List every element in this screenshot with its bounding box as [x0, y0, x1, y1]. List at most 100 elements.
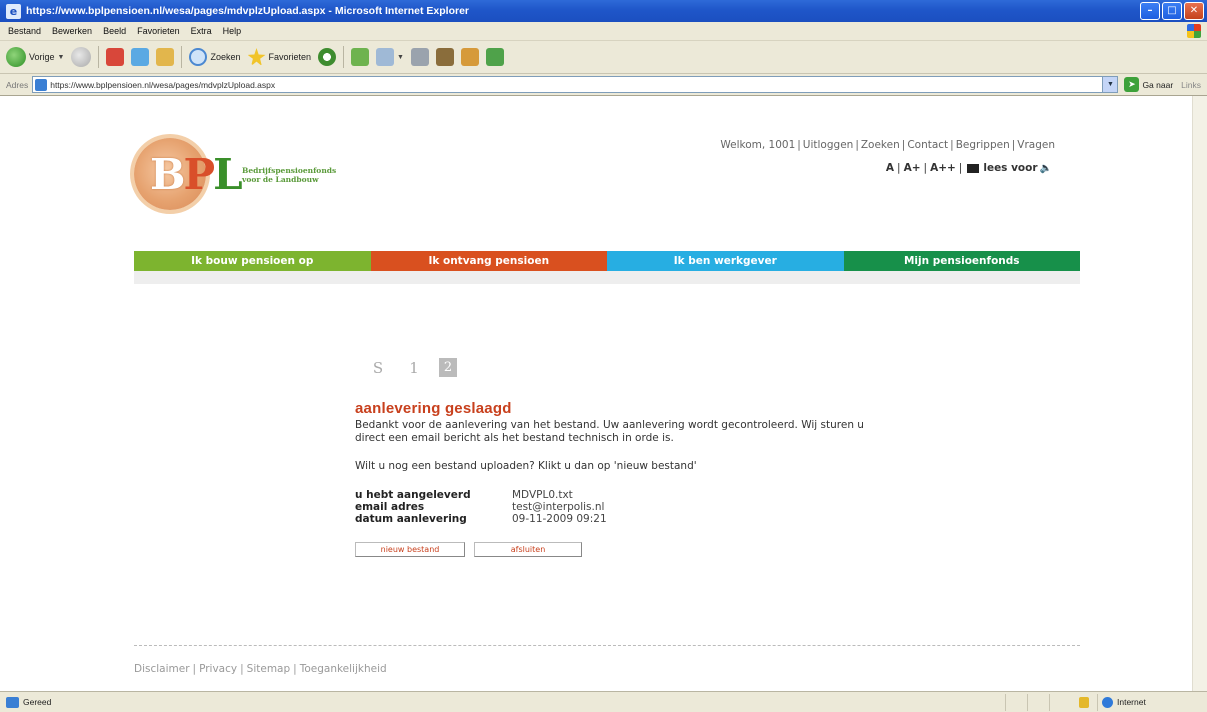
- menu-favorieten[interactable]: Favorieten: [137, 26, 180, 36]
- forward-arrow-icon: [71, 47, 92, 67]
- footer-divider: [134, 645, 1080, 646]
- speaker-icon: 🔈: [1039, 162, 1052, 174]
- chevron-down-icon[interactable]: ▼: [1102, 77, 1118, 92]
- home-button[interactable]: [156, 48, 175, 66]
- globe-icon: [1102, 696, 1113, 708]
- upload-details: u hebt aangeleverd MDVPL0.txt email adre…: [355, 489, 875, 525]
- go-arrow-icon: ➤: [1124, 77, 1140, 92]
- back-button[interactable]: Vorige ▼: [6, 47, 64, 67]
- sub-navigation-bar: [134, 271, 1080, 284]
- close-session-button[interactable]: afsluiten: [474, 542, 582, 557]
- messenger-button[interactable]: [485, 48, 504, 66]
- toolbar-separator: [181, 46, 183, 68]
- font-size-normal[interactable]: A: [886, 162, 894, 174]
- nav-mijn-pensioenfonds[interactable]: Mijn pensioenfonds: [843, 251, 1080, 271]
- logo-tagline: Bedrijfspensioenfonds voor de Landbouw: [242, 166, 337, 184]
- step-start[interactable]: S: [367, 359, 389, 377]
- search-button[interactable]: Zoeken: [189, 48, 241, 66]
- address-input[interactable]: https://www.bplpensioen.nl/wesa/pages/md…: [32, 76, 1119, 93]
- glossary-link[interactable]: Begrippen: [956, 139, 1010, 151]
- menu-help[interactable]: Help: [223, 26, 242, 36]
- toolbar-separator: [98, 46, 100, 68]
- search-link[interactable]: Zoeken: [861, 139, 900, 151]
- vertical-scrollbar[interactable]: [1192, 96, 1207, 691]
- nav-pensioen-opbouwen[interactable]: Ik bouw pensioen op: [134, 251, 371, 271]
- favorites-button[interactable]: Favorieten: [247, 48, 311, 66]
- detail-label: email adres: [355, 501, 425, 513]
- stop-button[interactable]: [106, 48, 125, 66]
- menu-bewerken[interactable]: Bewerken: [52, 26, 92, 36]
- discuss-icon: [460, 48, 479, 66]
- go-button[interactable]: ➤ Ga naar: [1124, 77, 1173, 92]
- font-size-larger[interactable]: A++: [930, 162, 956, 174]
- status-cell: [1005, 693, 1027, 711]
- chevron-down-icon[interactable]: ▼: [58, 54, 65, 61]
- detail-row: email adres test@interpolis.nl: [355, 501, 875, 513]
- mail-button[interactable]: ▼: [376, 48, 404, 66]
- footer-sitemap-link[interactable]: Sitemap: [247, 663, 291, 675]
- stop-icon: [106, 48, 125, 66]
- chevron-down-icon[interactable]: ▼: [397, 54, 404, 61]
- security-zone[interactable]: Internet: [1097, 693, 1207, 711]
- lock-icon[interactable]: [1079, 696, 1089, 708]
- status-text: Gereed: [23, 697, 52, 707]
- back-arrow-icon: [6, 47, 26, 67]
- edit-icon: [435, 48, 454, 66]
- forward-button[interactable]: [71, 47, 92, 67]
- media-icon: [351, 48, 370, 66]
- media-button[interactable]: [351, 48, 370, 66]
- page-icon: [35, 78, 48, 91]
- ie-icon: e: [6, 3, 21, 19]
- address-label: Adres: [6, 79, 29, 90]
- edit-button[interactable]: [435, 48, 454, 66]
- menu-beeld[interactable]: Beeld: [103, 26, 126, 36]
- contact-link[interactable]: Contact: [907, 139, 948, 151]
- confirmation-text: Bedankt voor de aanlevering van het best…: [355, 419, 864, 444]
- windows-logo-icon: [1187, 24, 1201, 38]
- history-button[interactable]: [318, 48, 337, 66]
- page-viewport: BPL Bedrijfspensioenfonds voor de Landbo…: [0, 96, 1207, 691]
- confirmation-title: aanlevering geslaagd: [355, 400, 512, 417]
- logout-link[interactable]: Uitloggen: [803, 139, 854, 151]
- links-button[interactable]: Links: [1181, 80, 1201, 90]
- footer-privacy-link[interactable]: Privacy: [199, 663, 237, 675]
- menu-extra[interactable]: Extra: [191, 26, 212, 36]
- listen-icon: [967, 163, 980, 173]
- questions-link[interactable]: Vragen: [1017, 139, 1055, 151]
- status-cell: [1027, 693, 1049, 711]
- refresh-icon: [131, 48, 150, 66]
- refresh-button[interactable]: [131, 48, 150, 66]
- printer-icon: [410, 48, 429, 66]
- minimize-button[interactable]: –: [1140, 2, 1160, 20]
- font-size-large[interactable]: A+: [904, 162, 921, 174]
- footer-disclaimer-link[interactable]: Disclaimer: [134, 663, 190, 675]
- maximize-button[interactable]: □: [1162, 2, 1182, 20]
- discuss-button[interactable]: [460, 48, 479, 66]
- print-button[interactable]: [410, 48, 429, 66]
- action-buttons: nieuw bestand afsluiten: [355, 542, 875, 557]
- step-2-active: 2: [439, 358, 457, 377]
- detail-row: datum aanlevering 09-11-2009 09:21: [355, 513, 875, 525]
- bpl-logo[interactable]: BPL Bedrijfspensioenfonds voor de Landbo…: [134, 138, 336, 218]
- detail-value: 09-11-2009 09:21: [512, 513, 607, 525]
- close-button[interactable]: ✕: [1184, 2, 1204, 20]
- nav-pensioen-ontvangen[interactable]: Ik ontvang pensioen: [370, 251, 607, 271]
- menu-bestand[interactable]: Bestand: [8, 26, 41, 36]
- accessibility-bar: A | A+ | A++ | lees voor 🔈: [885, 162, 1052, 174]
- toolbar: Vorige ▼ Zoeken Favorieten ▼: [0, 41, 1207, 74]
- detail-row: u hebt aangeleverd MDVPL0.txt: [355, 489, 875, 501]
- new-file-button[interactable]: nieuw bestand: [355, 542, 465, 557]
- step-1[interactable]: 1: [403, 359, 425, 377]
- home-icon: [156, 48, 175, 66]
- menubar: Bestand Bewerken Beeld Favorieten Extra …: [0, 22, 1207, 41]
- upload-another-text: Wilt u nog een bestand uploaden? Klikt u…: [355, 460, 697, 472]
- window-titlebar: e https://www.bplpensioen.nl/wesa/pages/…: [0, 0, 1207, 22]
- main-navigation: Ik bouw pensioen op Ik ontvang pensioen …: [134, 251, 1080, 271]
- search-icon: [189, 48, 208, 66]
- nav-werkgever[interactable]: Ik ben werkgever: [607, 251, 844, 271]
- footer-accessibility-link[interactable]: Toegankelijkheid: [300, 663, 387, 675]
- page-canvas: BPL Bedrijfspensioenfonds voor de Landbo…: [12, 102, 1192, 687]
- status-cell: [1049, 693, 1071, 711]
- top-links: Welkom, 1001 | Uitloggen | Zoeken | Contact | Be…: [720, 139, 1055, 151]
- read-aloud-button[interactable]: lees voor 🔈: [965, 162, 1052, 174]
